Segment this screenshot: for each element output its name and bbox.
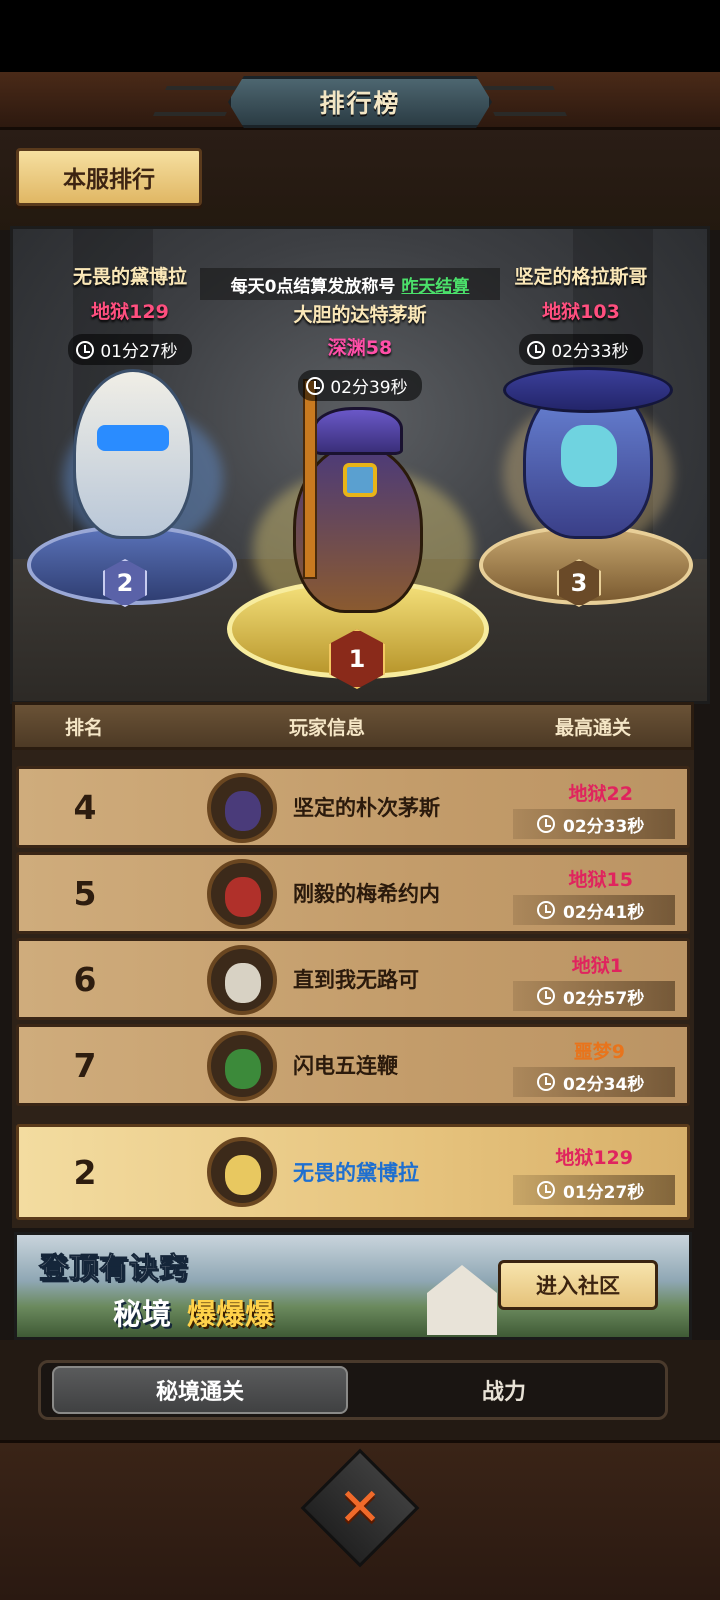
avatar[interactable] bbox=[207, 945, 277, 1015]
table-row[interactable]: 5 刚毅的梅希约内 地狱15 02分41秒 bbox=[16, 852, 690, 934]
podium-2-name: 无畏的黛博拉 bbox=[72, 266, 187, 288]
clock-icon bbox=[537, 901, 555, 919]
row-rank: 5 bbox=[73, 873, 97, 913]
tab-power[interactable]: 战力 bbox=[356, 1366, 652, 1414]
row-rank: 6 bbox=[73, 959, 97, 999]
page-title: 排行榜 bbox=[319, 89, 401, 118]
row-time: 02分33秒 bbox=[513, 809, 675, 839]
title-ornament-left bbox=[153, 86, 239, 116]
tab-secret-realm-label: 秘境通关 bbox=[155, 1380, 244, 1405]
row-player-name: 刚毅的梅希约内 bbox=[293, 882, 440, 906]
my-rank: 2 bbox=[73, 1152, 97, 1192]
table-row[interactable]: 7 闪电五连鞭 噩梦9 02分34秒 bbox=[16, 1024, 690, 1106]
row-rank: 4 bbox=[73, 787, 97, 827]
column-best: 最高通关 bbox=[555, 716, 632, 739]
avatar-face bbox=[225, 1049, 261, 1089]
rank-badge-2-number: 2 bbox=[116, 569, 134, 597]
status-bar bbox=[0, 0, 720, 72]
podium-1-name: 大胆的达特茅斯 bbox=[293, 304, 427, 326]
podium-1-time-text: 02分39秒 bbox=[330, 378, 408, 398]
clock-icon bbox=[537, 1073, 555, 1091]
rank-badge-1-number: 1 bbox=[348, 645, 366, 673]
podium-1-time: 02分39秒 bbox=[298, 370, 422, 401]
tab-power-label: 战力 bbox=[481, 1380, 526, 1405]
row-player-name: 直到我无路可 bbox=[293, 968, 419, 992]
row-level: 噩梦9 bbox=[573, 1041, 625, 1063]
my-avatar[interactable] bbox=[207, 1137, 277, 1207]
leaderboard-screen: 排行榜 本服排行 2 1 3 每天0点结算发放称号 昨天结算 无畏的黛博拉 地狱… bbox=[0, 0, 720, 1600]
banner-line2b: 爆爆爆 bbox=[187, 1297, 275, 1331]
clock-icon bbox=[527, 340, 546, 359]
podium-3-level: 地狱103 bbox=[542, 301, 620, 323]
avatar[interactable] bbox=[207, 1031, 277, 1101]
row-rank: 7 bbox=[73, 1045, 97, 1085]
avatar[interactable] bbox=[207, 773, 277, 843]
hero-3-face bbox=[561, 425, 617, 487]
podium-info-3: 坚定的格拉斯哥 地狱103 02分33秒 bbox=[496, 262, 666, 365]
title-ornament-right bbox=[481, 86, 567, 116]
my-time: 01分27秒 bbox=[513, 1175, 675, 1205]
my-player-name: 无畏的黛博拉 bbox=[293, 1161, 419, 1185]
podium-3-name: 坚定的格拉斯哥 bbox=[514, 266, 648, 288]
close-icon[interactable]: ✕ bbox=[318, 1466, 402, 1550]
yesterday-settlement-link[interactable]: 昨天结算 bbox=[401, 272, 469, 297]
banner-line1: 登顶有诀窍 bbox=[38, 1251, 190, 1286]
banner-line2a: 秘境 bbox=[113, 1297, 172, 1331]
column-player: 玩家信息 bbox=[289, 716, 366, 739]
table-row[interactable]: 4 坚定的朴次茅斯 地狱22 02分33秒 bbox=[16, 766, 690, 848]
banner-house-illustration bbox=[427, 1265, 497, 1335]
column-rank: 排名 bbox=[65, 716, 104, 739]
row-time-text: 02分33秒 bbox=[563, 816, 645, 837]
clock-icon bbox=[306, 376, 325, 395]
row-time-text: 02分57秒 bbox=[563, 988, 645, 1009]
row-level: 地狱1 bbox=[571, 955, 623, 977]
hero-3-hat bbox=[503, 367, 673, 413]
settlement-notice: 每天0点结算发放称号 昨天结算 bbox=[200, 268, 500, 300]
table-row[interactable]: 6 直到我无路可 地狱1 02分57秒 bbox=[16, 938, 690, 1020]
settlement-notice-text: 每天0点结算发放称号 bbox=[230, 276, 396, 297]
hero-2-visor bbox=[97, 425, 169, 451]
avatar-face bbox=[225, 877, 261, 917]
clock-icon bbox=[76, 340, 95, 359]
my-level: 地狱129 bbox=[555, 1147, 633, 1169]
hero-1-staff bbox=[303, 379, 317, 579]
podium-2-level: 地狱129 bbox=[91, 301, 169, 323]
row-level: 地狱15 bbox=[568, 869, 633, 891]
tab-secret-realm[interactable]: 秘境通关 bbox=[52, 1366, 348, 1414]
clock-icon bbox=[537, 987, 555, 1005]
podium-1-level: 深渊58 bbox=[327, 337, 393, 359]
rank-badge-3-number: 3 bbox=[570, 569, 588, 597]
row-time-text: 02分41秒 bbox=[563, 902, 645, 923]
hero-1-hat bbox=[313, 407, 403, 455]
clock-icon bbox=[537, 815, 555, 833]
hero-2-figure[interactable] bbox=[73, 369, 193, 539]
podium-2-time-text: 01分27秒 bbox=[100, 342, 178, 362]
avatar-face bbox=[225, 791, 261, 831]
row-time-text: 02分34秒 bbox=[563, 1074, 645, 1095]
avatar-face bbox=[225, 963, 261, 1003]
podium-info-2: 无畏的黛博拉 地狱129 01分27秒 bbox=[40, 262, 220, 365]
title-plate: 排行榜 bbox=[228, 76, 492, 128]
clock-icon bbox=[537, 1181, 555, 1199]
list-header: 排名 玩家信息 最高通关 bbox=[12, 702, 694, 750]
my-time-text: 01分27秒 bbox=[563, 1182, 645, 1203]
server-rank-tab[interactable]: 本服排行 bbox=[16, 148, 202, 206]
podium-2-time: 01分27秒 bbox=[68, 334, 192, 365]
enter-community-button[interactable]: 进入社区 bbox=[498, 1260, 658, 1310]
row-time: 02分57秒 bbox=[513, 981, 675, 1011]
hero-1-goggles bbox=[343, 463, 377, 497]
row-player-name: 坚定的朴次茅斯 bbox=[293, 796, 440, 820]
enter-community-label: 进入社区 bbox=[536, 1274, 620, 1298]
my-rank-row[interactable]: 2 无畏的黛博拉 地狱129 01分27秒 bbox=[16, 1124, 690, 1220]
row-player-name: 闪电五连鞭 bbox=[293, 1054, 398, 1078]
podium-3-time: 02分33秒 bbox=[519, 334, 643, 365]
podium-info-1: 大胆的达特茅斯 深渊58 02分39秒 bbox=[250, 300, 470, 401]
row-level: 地狱22 bbox=[568, 783, 633, 805]
avatar-face bbox=[225, 1155, 261, 1195]
avatar[interactable] bbox=[207, 859, 277, 929]
row-time: 02分34秒 bbox=[513, 1067, 675, 1097]
podium-3-time-text: 02分33秒 bbox=[551, 342, 629, 362]
server-rank-tab-label: 本服排行 bbox=[63, 167, 155, 193]
row-time: 02分41秒 bbox=[513, 895, 675, 925]
